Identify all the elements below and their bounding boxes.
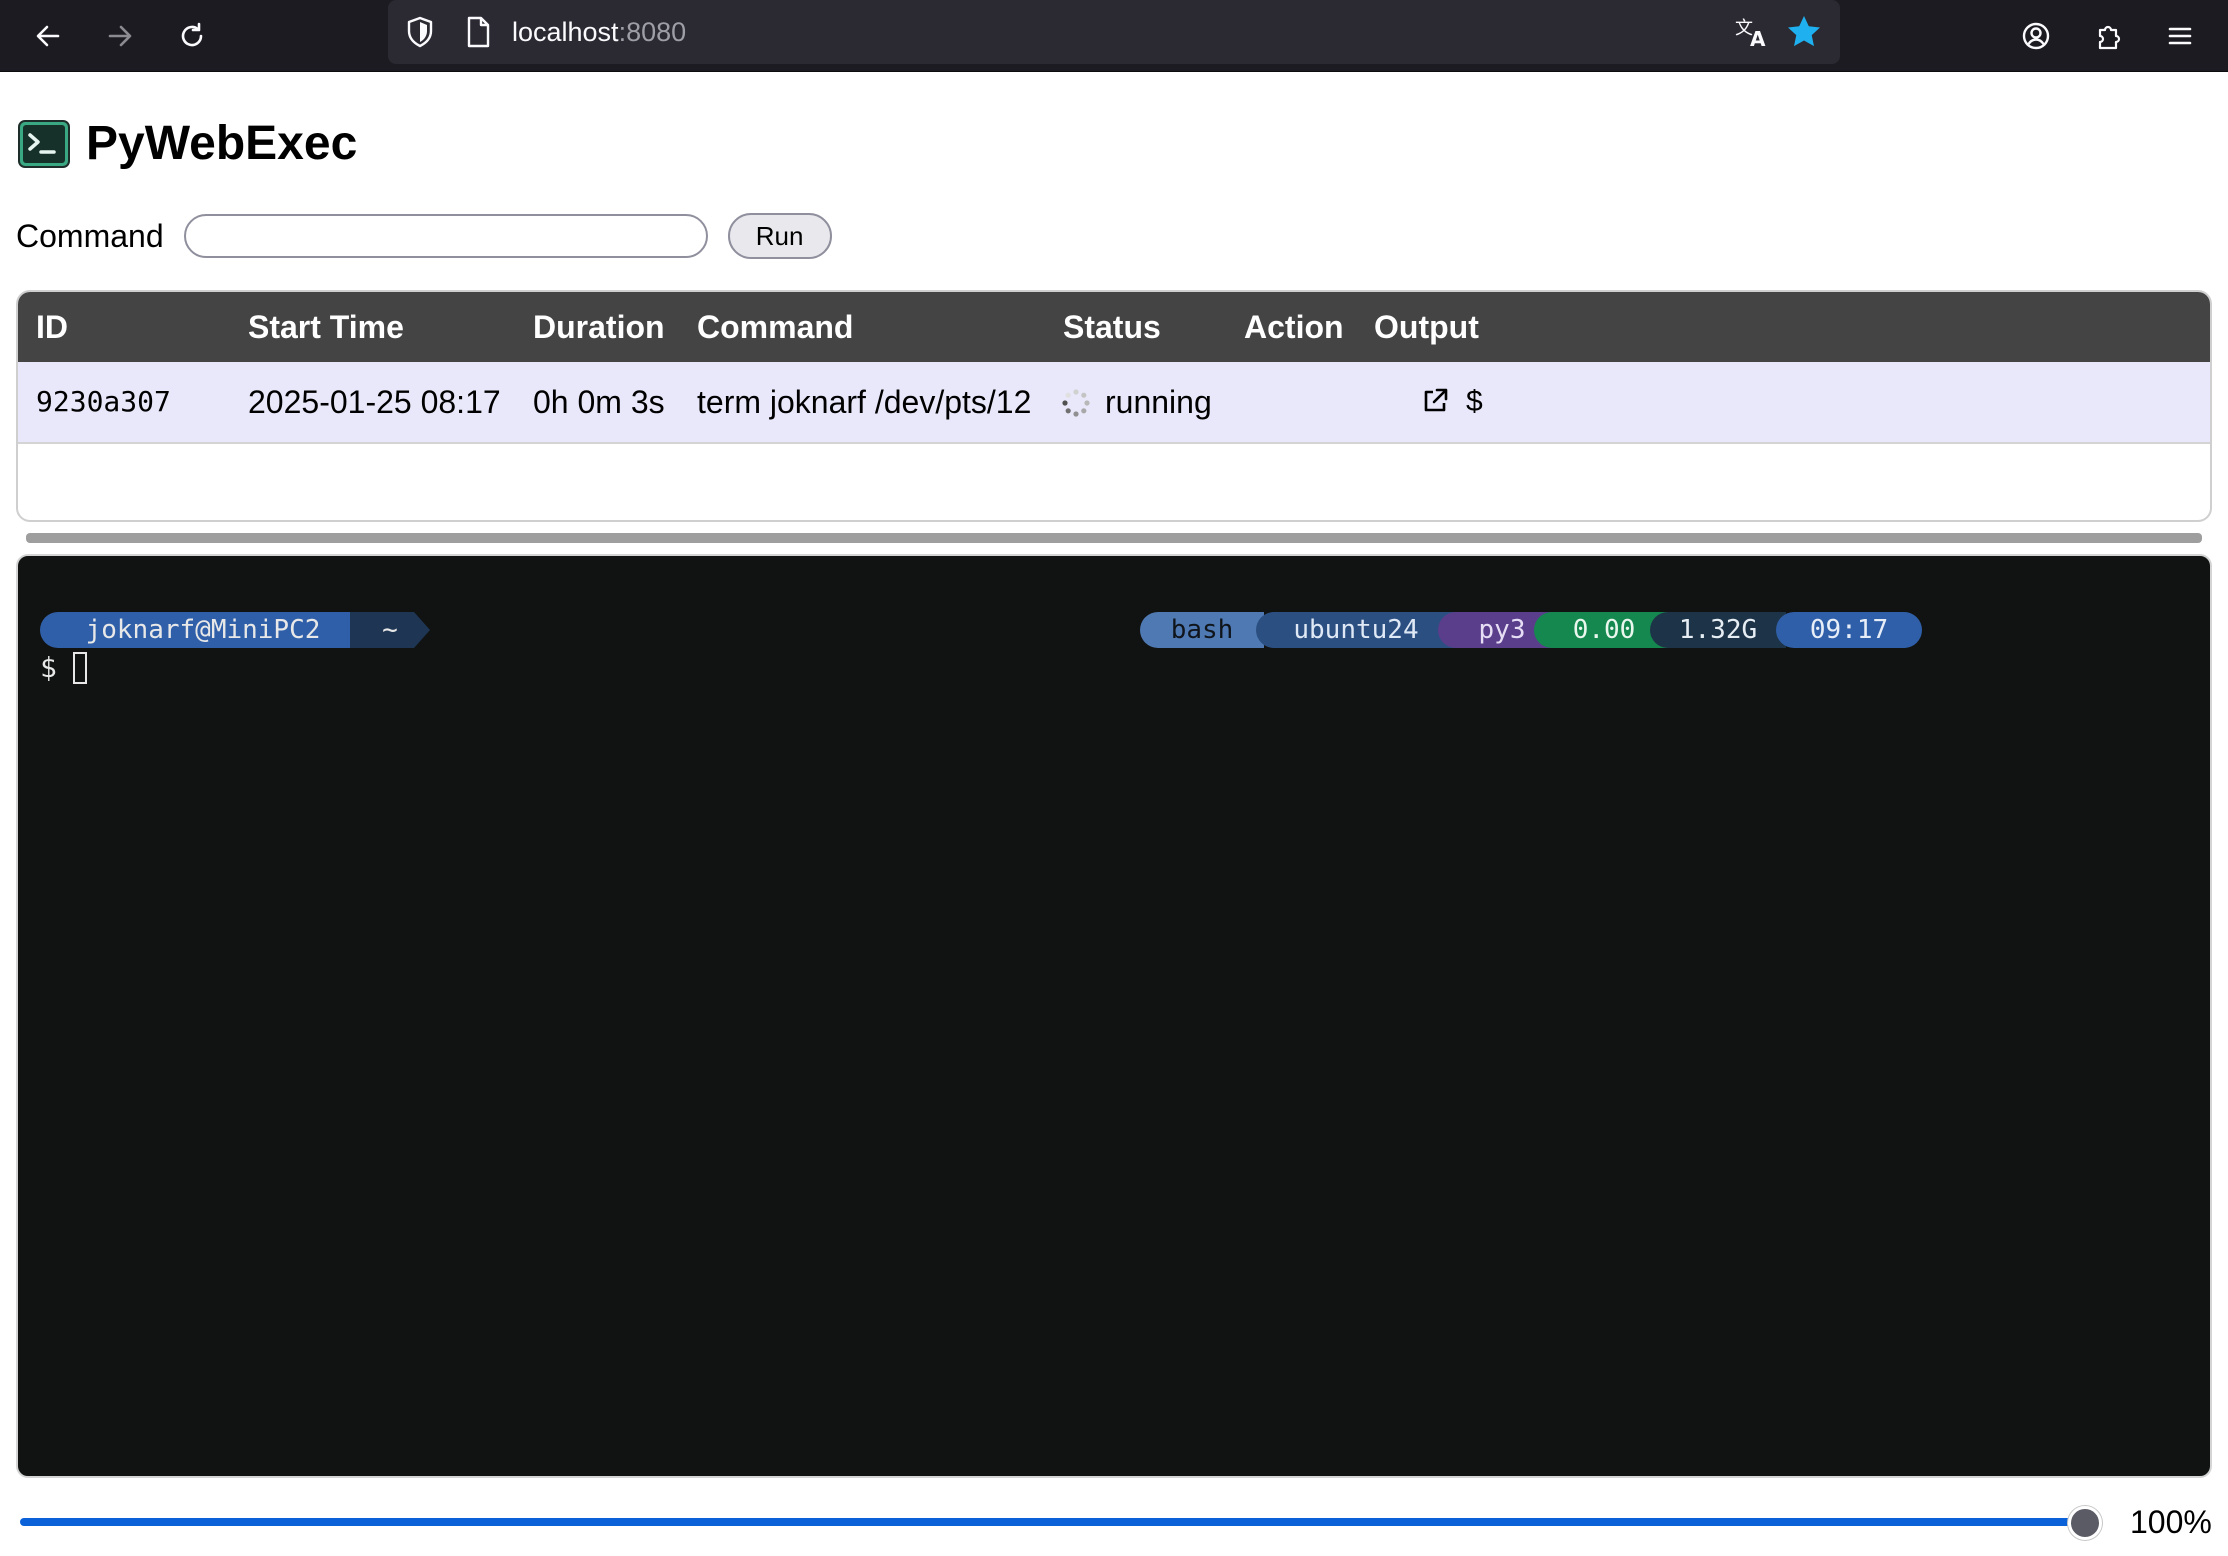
extensions-button[interactable] bbox=[2086, 14, 2130, 58]
prompt-dir: ~ bbox=[382, 615, 398, 645]
status-shell: bash bbox=[1170, 615, 1234, 645]
page-title: PyWebExec bbox=[86, 117, 358, 170]
column-header-start-time: Start Time bbox=[248, 309, 404, 345]
menu-button[interactable] bbox=[2158, 14, 2202, 58]
commands-table: ID Start Time Duration Command Status Ac… bbox=[16, 290, 2212, 522]
zoom-slider-track[interactable] bbox=[20, 1518, 2088, 1526]
app-header: PyWebExec bbox=[18, 116, 357, 172]
terminal-panel[interactable]: joknarf@MiniPC2 ~ bash ubuntu24 py3 0.00… bbox=[16, 554, 2212, 1478]
command-form: Command Run bbox=[16, 212, 832, 260]
status-os-segment: ubuntu24 bbox=[1256, 612, 1456, 648]
resize-handle[interactable] bbox=[26, 533, 2202, 543]
forward-button[interactable] bbox=[98, 14, 142, 58]
url-bar[interactable]: localhost:8080 文 A bbox=[388, 0, 1840, 64]
column-header-duration: Duration bbox=[533, 309, 665, 345]
cell-status: running bbox=[1105, 384, 1212, 420]
command-input[interactable] bbox=[183, 214, 708, 258]
account-button[interactable] bbox=[2014, 14, 2058, 58]
zoom-slider-thumb[interactable] bbox=[2068, 1506, 2102, 1540]
column-header-id: ID bbox=[36, 309, 68, 345]
translate-icon[interactable]: 文 A bbox=[1732, 12, 1772, 52]
hamburger-menu-icon bbox=[2168, 27, 2192, 45]
run-button[interactable]: Run bbox=[727, 213, 832, 259]
cell-duration: 0h 0m 3s bbox=[533, 384, 665, 420]
zoom-value: 100% bbox=[2130, 1504, 2212, 1540]
popout-icon[interactable] bbox=[1420, 386, 1450, 416]
column-header-status: Status bbox=[1063, 309, 1161, 345]
reload-button[interactable] bbox=[170, 14, 214, 58]
url-port: :8080 bbox=[618, 17, 687, 47]
account-icon bbox=[2022, 22, 2050, 50]
status-os: ubuntu24 bbox=[1293, 615, 1419, 645]
prompt-user-segment: joknarf@MiniPC2 bbox=[40, 612, 366, 648]
page-info-icon[interactable] bbox=[460, 14, 496, 50]
command-label: Command bbox=[16, 217, 164, 254]
column-header-command: Command bbox=[697, 309, 854, 345]
puzzle-piece-icon bbox=[2098, 25, 2121, 50]
status-load: 0.00 bbox=[1572, 615, 1636, 645]
url-text[interactable]: localhost:8080 bbox=[512, 14, 686, 50]
terminal-output-link[interactable]: $ bbox=[1466, 362, 1483, 442]
svg-text:A: A bbox=[1750, 27, 1766, 51]
loading-spinner-icon bbox=[1062, 389, 1090, 417]
column-header-output: Output bbox=[1374, 309, 1479, 345]
browser-toolbar: localhost:8080 文 A bbox=[0, 0, 2228, 72]
column-header-action: Action bbox=[1244, 309, 1344, 345]
terminal-logo-icon bbox=[18, 120, 70, 168]
prompt-line[interactable]: $ bbox=[40, 648, 87, 688]
table-row[interactable]: 9230a307 2025-01-25 08:17 0h 0m 3s term … bbox=[18, 362, 2210, 444]
terminal-cursor bbox=[72, 652, 87, 684]
prompt-user: joknarf@MiniPC2 bbox=[85, 615, 321, 645]
shield-icon[interactable] bbox=[402, 14, 438, 50]
back-button[interactable] bbox=[26, 14, 70, 58]
reload-icon bbox=[181, 22, 203, 47]
status-time-segment: 09:17 bbox=[1776, 612, 1922, 648]
cell-id: 9230a307 bbox=[36, 385, 171, 418]
cell-start-time: 2025-01-25 08:17 bbox=[248, 384, 501, 420]
prompt-symbol: $ bbox=[40, 651, 57, 684]
status-time: 09:17 bbox=[1809, 615, 1889, 645]
status-python: py3 bbox=[1478, 615, 1526, 645]
status-shell-segment: bash bbox=[1140, 612, 1264, 648]
status-mem-segment: 1.32G bbox=[1650, 612, 1786, 648]
forward-arrow-icon bbox=[108, 25, 132, 47]
cell-command: term joknarf /dev/pts/12 bbox=[697, 384, 1032, 420]
prompt-dir-segment: ~ bbox=[350, 612, 430, 648]
table-header: ID Start Time Duration Command Status Ac… bbox=[18, 292, 2210, 362]
url-host: localhost bbox=[512, 17, 619, 47]
bookmark-star-icon[interactable] bbox=[1784, 12, 1824, 52]
status-mem: 1.32G bbox=[1678, 615, 1758, 645]
back-arrow-icon bbox=[36, 25, 60, 47]
